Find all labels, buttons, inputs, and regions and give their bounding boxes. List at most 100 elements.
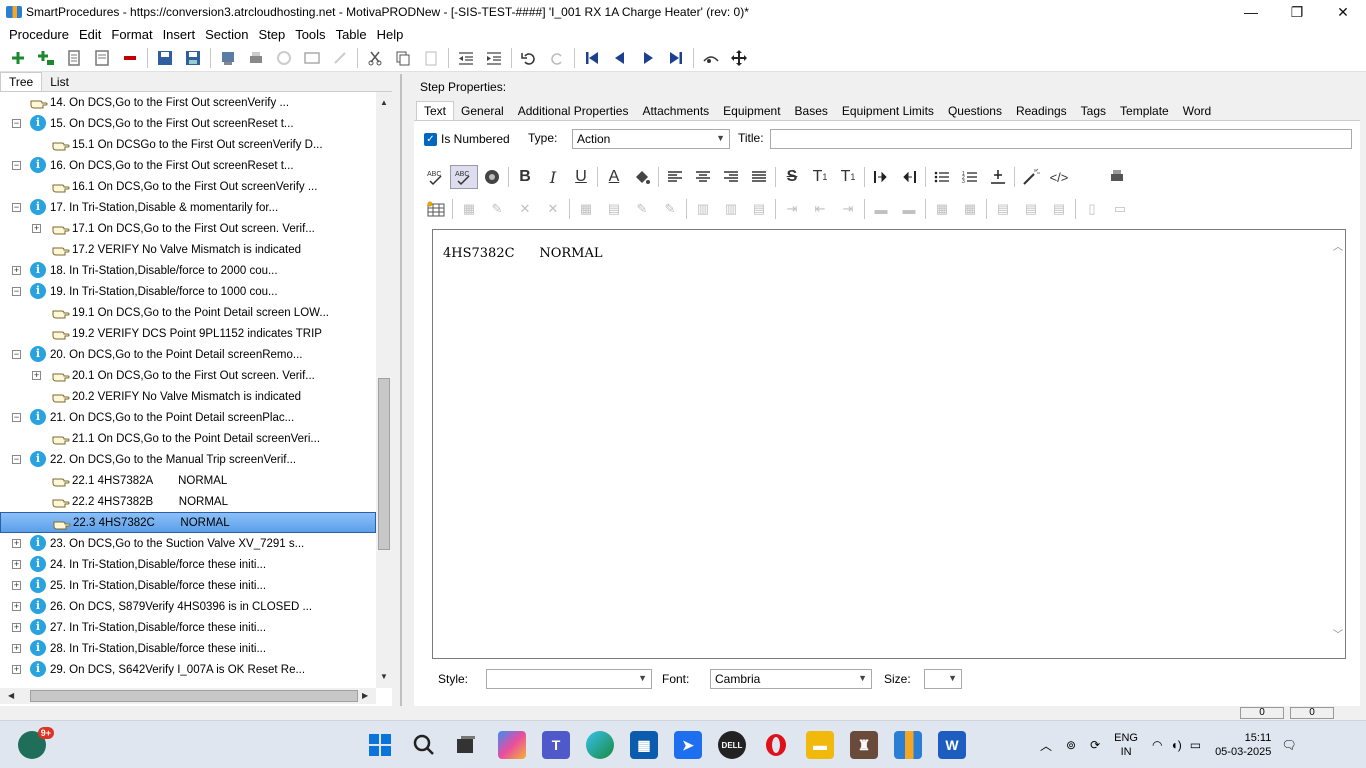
superscript-icon[interactable]: T1 [806,165,834,189]
tree-item[interactable]: + i 27. In Tri-Station,Disable/force these… [0,617,376,638]
expand-icon[interactable]: + [12,539,21,548]
table-tool-icon[interactable]: ▤ [1045,197,1073,221]
tree-item[interactable]: + i 18. In Tri-Station,Disable/force to 20… [0,260,376,281]
tree-item[interactable]: 19.2 VERIFY DCS Point 9PL1152 indicates … [0,323,376,344]
sync-icon[interactable]: ⟳ [1090,738,1100,752]
menu-insert[interactable]: Insert [158,27,201,42]
tree-item[interactable]: + i 26. On DCS, S879Verify 4HS0396 is in C… [0,596,376,617]
scroll-down-icon[interactable]: ▼ [380,672,388,681]
chevron-down-icon[interactable]: ﹀ [1333,626,1343,641]
battery-icon[interactable]: ▭ [1190,738,1201,752]
expand-icon[interactable]: + [32,224,41,233]
align-left-icon[interactable] [661,165,689,189]
table-tool-icon[interactable]: ▤ [1017,197,1045,221]
menu-table[interactable]: Table [331,27,372,42]
step-text-editor[interactable]: 4HS7382C NORMAL ︿ ﹀ [432,229,1346,659]
html-source-icon[interactable]: </> [1045,165,1073,189]
tab-word[interactable]: Word [1176,102,1218,120]
table-tool-icon[interactable]: ✎ [483,197,511,221]
is-numbered-checkbox[interactable]: ✓ [424,132,437,146]
menu-procedure[interactable]: Procedure [4,27,74,42]
opera-icon[interactable] [762,731,790,759]
table-tool-icon[interactable]: ⇤ [806,197,834,221]
expand-icon[interactable]: + [12,602,21,611]
indent-icon[interactable] [480,46,508,70]
justify-icon[interactable] [745,165,773,189]
table-tool-icon[interactable]: ✎ [628,197,656,221]
menu-section[interactable]: Section [200,27,253,42]
network-icon[interactable]: ⊚ [1066,738,1076,752]
is-numbered-option[interactable]: ✓ Is Numbered [424,129,510,149]
tree-item[interactable]: 22.1 4HS7382A NORMAL [0,470,376,491]
clock[interactable]: 15:11 05-03-2025 [1215,731,1271,759]
minimize-button[interactable]: — [1228,0,1274,24]
next-step-icon[interactable] [634,46,662,70]
tab-questions[interactable]: Questions [941,102,1009,120]
collapse-icon[interactable]: − [12,161,21,170]
preview-icon[interactable] [298,46,326,70]
export-icon[interactable] [214,46,242,70]
align-center-icon[interactable] [689,165,717,189]
expand-icon[interactable]: + [12,560,21,569]
tab-equipment-limits[interactable]: Equipment Limits [835,102,941,120]
first-step-icon[interactable] [578,46,606,70]
table-tool-icon[interactable]: ✕ [511,197,539,221]
add-step-icon[interactable] [4,46,32,70]
insert-table-icon[interactable] [422,197,450,221]
expand-icon[interactable]: + [12,665,21,674]
table-tool-icon[interactable]: ⇥ [778,197,806,221]
numbered-list-icon[interactable]: 123 [956,165,984,189]
italic-icon[interactable]: I [539,165,567,189]
style-select[interactable]: ▼ [486,669,652,689]
app-arrow-icon[interactable]: ➤ [674,731,702,759]
last-step-icon[interactable] [662,46,690,70]
tree-item[interactable]: 17.2 VERIFY No Valve Mismatch is indicat… [0,239,376,260]
store-icon[interactable]: ▦ [630,731,658,759]
editor-content[interactable]: 4HS7382C NORMAL [443,246,603,261]
tree-item[interactable]: +20.1 On DCS,Go to the First Out screen.… [0,365,376,386]
table-tool-icon[interactable]: ✕ [539,197,567,221]
tree-item[interactable]: − i 20. On DCS,Go to the Point Detail scre… [0,344,376,365]
tab-bases[interactable]: Bases [788,102,835,120]
symbol-icon[interactable] [478,165,506,189]
panel-splitter[interactable] [400,74,402,706]
highlight-icon[interactable] [628,165,656,189]
tab-list[interactable]: List [42,73,77,91]
tab-tags[interactable]: Tags [1074,102,1113,120]
tab-tree[interactable]: Tree [0,72,43,91]
tree-item[interactable]: + i 24. In Tri-Station,Disable/force these… [0,554,376,575]
tree-item[interactable]: +17.1 On DCS,Go to the First Out screen.… [0,218,376,239]
refresh-icon[interactable] [270,46,298,70]
weather-widget-icon[interactable]: 9+ [18,727,54,759]
save-all-icon[interactable] [151,46,179,70]
tree-horizontal-scrollbar[interactable]: ◀ ▶ [0,688,376,704]
copilot-icon[interactable] [498,731,526,759]
wifi-icon[interactable]: ◠ [1152,738,1162,752]
collapse-icon[interactable]: − [12,455,21,464]
spell-check-icon[interactable]: ABC [422,165,450,189]
subscript-icon[interactable]: T1 [834,165,862,189]
smartprocedures-icon[interactable] [894,731,922,759]
table-tool-icon[interactable]: ⇥ [834,197,862,221]
menu-edit[interactable]: Edit [74,27,106,42]
table-tool-icon[interactable]: ▤ [745,197,773,221]
expand-icon[interactable]: + [12,266,21,275]
edge-icon[interactable] [586,731,614,759]
table-tool-icon[interactable]: ▥ [689,197,717,221]
tree-item[interactable]: 15.1 On DCSGo to the First Out screenVer… [0,134,376,155]
tree-item[interactable]: − i 22. On DCS,Go to the Manual Trip scree… [0,449,376,470]
scroll-thumb[interactable] [378,378,390,550]
undo-icon[interactable] [515,46,543,70]
tree-item[interactable]: 22.2 4HS7382B NORMAL [0,491,376,512]
editor-scrollbar[interactable]: ︿ ﹀ [1331,230,1345,658]
tree-item[interactable]: + i 25. In Tri-Station,Disable/force these… [0,575,376,596]
tree-item[interactable]: − i 21. On DCS,Go to the Point Detail scre… [0,407,376,428]
paste-icon[interactable] [417,46,445,70]
align-right-icon[interactable] [717,165,745,189]
tree-item[interactable]: − i 19. In Tri-Station,Disable/force to 10… [0,281,376,302]
table-tool-icon[interactable]: ▦ [455,197,483,221]
tree-item[interactable]: + i 28. In Tri-Station,Disable/force these… [0,638,376,659]
font-select[interactable]: Cambria ▼ [710,669,872,689]
scroll-right-icon[interactable]: ▶ [362,691,368,700]
underline-icon[interactable]: U [567,165,595,189]
